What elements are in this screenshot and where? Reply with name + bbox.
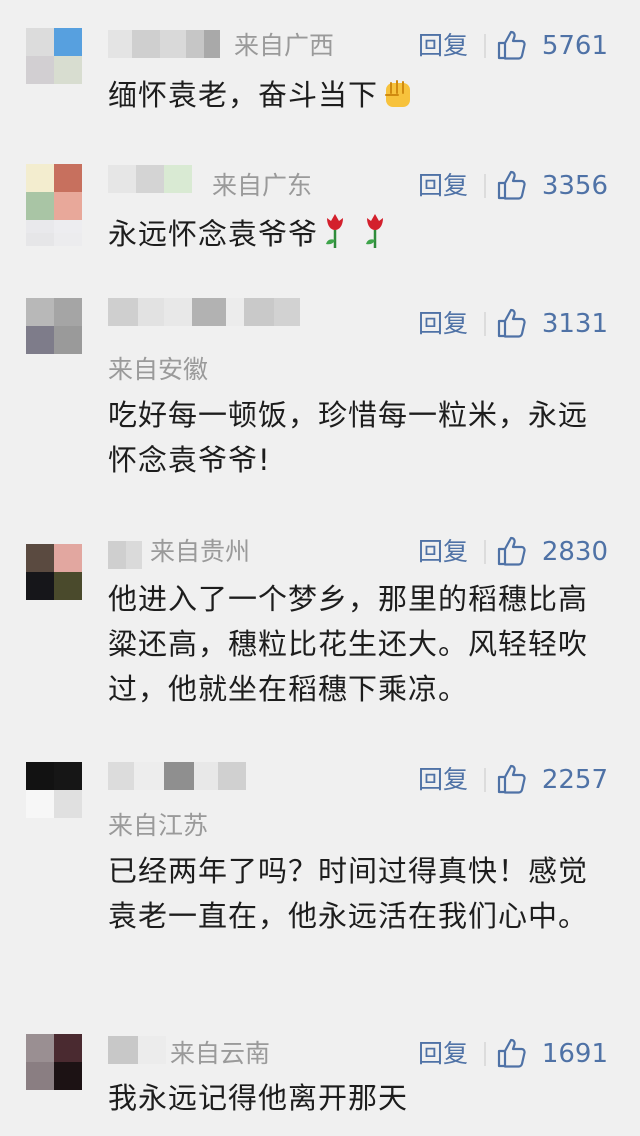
reply-button[interactable]: 回复 (418, 764, 468, 796)
like-count: 3356 (541, 171, 608, 201)
reply-button[interactable]: 回复 (418, 1038, 468, 1070)
like-button[interactable]: 2257 (496, 763, 608, 797)
like-count: 2830 (541, 537, 608, 567)
avatar[interactable] (26, 28, 82, 84)
avatar-lower (26, 220, 82, 246)
username-blurred[interactable] (108, 541, 142, 569)
like-button[interactable]: 3131 (496, 307, 608, 341)
comment-text: 已经两年了吗？时间过得真快！感觉袁老一直在，他永远活在我们心中。 (108, 854, 589, 933)
thumbs-up-icon (497, 170, 526, 200)
comment-text-content: 永远怀念袁爷爷 (108, 217, 319, 251)
thumbs-up-icon (497, 1038, 526, 1068)
thumbs-up-icon (497, 30, 526, 60)
divider (484, 174, 486, 198)
location-label: 来自安徽 (108, 355, 209, 384)
thumbs-up-icon (497, 536, 526, 566)
divider (484, 312, 486, 336)
like-button[interactable]: 3356 (496, 169, 608, 203)
location-label: 来自广西 (234, 31, 335, 60)
comment-text-content: 缅怀袁老，奋斗当下 (108, 78, 379, 112)
divider (484, 540, 486, 564)
rose-emoji (360, 210, 390, 263)
like-count: 1691 (541, 1039, 608, 1069)
reply-button[interactable]: 回复 (418, 536, 468, 568)
avatar[interactable] (26, 762, 82, 818)
rose-emoji (320, 210, 350, 263)
reply-button[interactable]: 回复 (418, 30, 468, 62)
location-label: 来自云南 (170, 1039, 271, 1068)
raised-fist-emoji (380, 75, 416, 124)
comment-text: 缅怀袁老，奋斗当下 (108, 73, 613, 124)
comment-text: 吃好每一顿饭，珍惜每一粒米，永远怀念袁爷爷! (108, 398, 589, 477)
username-blurred[interactable] (108, 30, 220, 58)
location-label: 来自江苏 (108, 811, 209, 840)
avatar[interactable] (26, 298, 82, 354)
location-label: 来自广东 (212, 171, 313, 200)
like-button[interactable]: 2830 (496, 535, 608, 569)
like-count: 5761 (541, 31, 608, 61)
username-blurred[interactable] (108, 165, 192, 193)
like-count: 2257 (541, 765, 608, 795)
divider (484, 1042, 486, 1066)
comment-text: 我永远记得他离开那天 (108, 1081, 409, 1115)
divider (484, 768, 486, 792)
location-label: 来自贵州 (150, 537, 251, 566)
comment-text: 永远怀念袁爷爷 (108, 210, 613, 263)
like-button[interactable]: 1691 (496, 1037, 608, 1071)
thumbs-up-icon (497, 308, 526, 338)
reply-button[interactable]: 回复 (418, 308, 468, 340)
divider (484, 34, 486, 58)
comment-text: 他进入了一个梦乡，那里的稻穗比高粱还高，穗粒比花生还大。风轻轻吹过，他就坐在稻穗… (108, 582, 589, 706)
username-blurred[interactable] (108, 1036, 166, 1064)
username-blurred[interactable] (108, 298, 300, 326)
avatar[interactable] (26, 1034, 82, 1090)
like-count: 3131 (541, 309, 608, 339)
avatar[interactable] (26, 164, 82, 220)
avatar[interactable] (26, 544, 82, 600)
username-blurred[interactable] (108, 762, 246, 790)
reply-button[interactable]: 回复 (418, 170, 468, 202)
like-button[interactable]: 5761 (496, 29, 608, 63)
thumbs-up-icon (497, 764, 526, 794)
